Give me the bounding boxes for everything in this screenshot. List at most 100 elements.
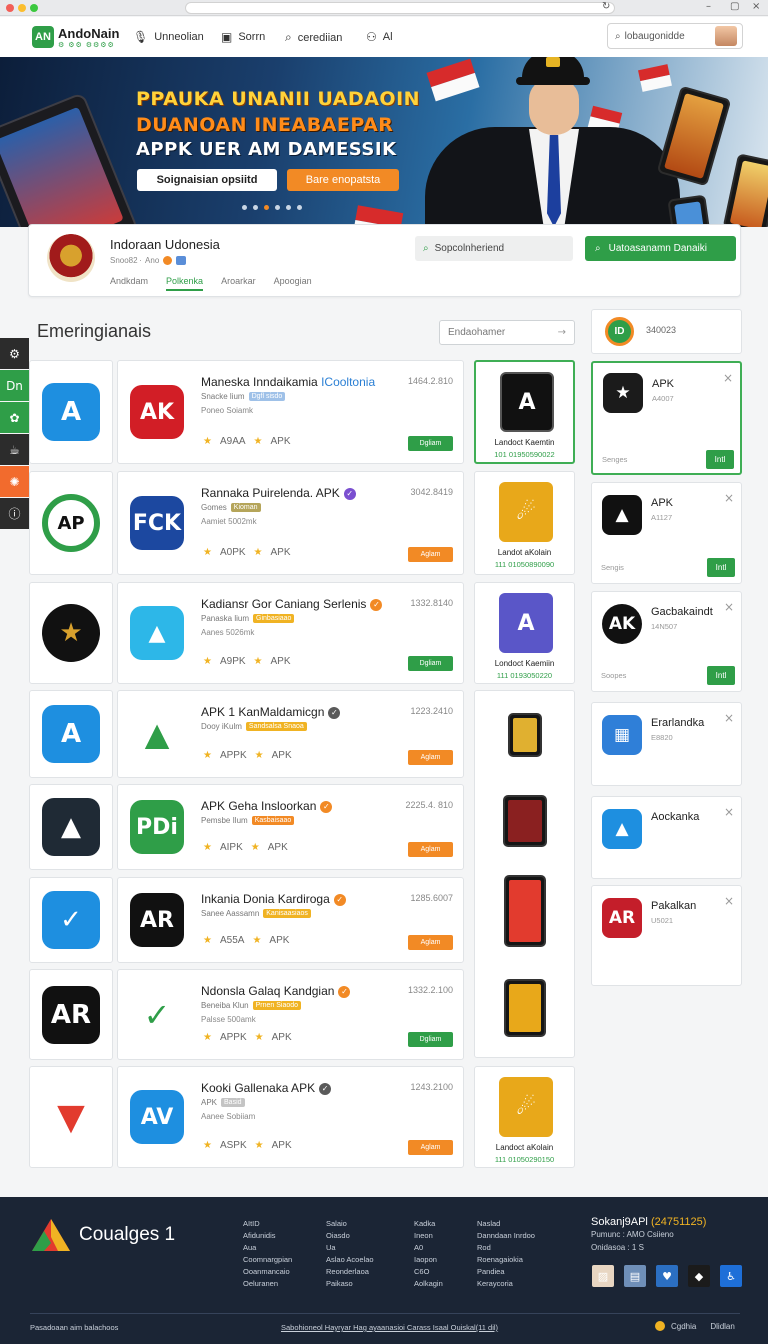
table-row[interactable]: AR ✓ Ndonsla Galaq Kandgian ✓ Beneiba Klun Pr…	[29, 969, 464, 1060]
app-card[interactable]: PDi APK Geha Insloorkan ✓ Pemsbe Ilum Kasbai…	[117, 784, 464, 870]
app-card[interactable]: ▲ Kadiansr Gor Caniang Serlenis ✓ Panaska l…	[117, 582, 464, 684]
sidebar-item[interactable]: Dn	[0, 370, 29, 401]
footer-link[interactable]: Ua	[326, 1242, 374, 1254]
footer-link[interactable]: Coomnargpian	[243, 1254, 292, 1266]
row-side-icon-cell[interactable]: ▲	[29, 784, 113, 870]
carousel-dot[interactable]	[253, 205, 258, 210]
row-side-icon-cell[interactable]: A	[29, 690, 113, 778]
table-row[interactable]: ✓ AR Inkania Donia Kardiroga ✓ Sanee Aassamn…	[29, 877, 464, 963]
app-card[interactable]: FCK Rannaka Puirelenda. APK ✓ Gomes Kioman Aa…	[117, 471, 464, 575]
footer-links[interactable]: Sabohioneol Hayryar Hag ayaanasioi Caras…	[281, 1323, 498, 1332]
app-title[interactable]: Maneska Inndaikamia ICooltonia	[201, 375, 375, 389]
close-window-icon[interactable]	[6, 4, 14, 12]
footer-link[interactable]: Afidunidis	[243, 1230, 292, 1242]
maximize-window-icon[interactable]	[30, 4, 38, 12]
table-row[interactable]: ▲ PDi APK Geha Insloorkan ✓ Pemsbe Ilum Kasba…	[29, 784, 464, 870]
logo-icon[interactable]: AN	[32, 26, 54, 48]
featured-card[interactable]: A Londoct Kaemiin 111 0193050220	[474, 582, 575, 684]
footer-link[interactable]: A0	[414, 1242, 443, 1254]
carousel-dot[interactable]	[275, 205, 280, 210]
carousel-dot[interactable]	[286, 205, 291, 210]
row-side-icon-cell[interactable]: ★	[29, 582, 113, 684]
footer-link[interactable]: Aslao Acoelao	[326, 1254, 374, 1266]
right-app-card[interactable]: AR Pakalkan U5021 ×	[591, 885, 742, 986]
row-side-icon-cell[interactable]: ✓	[29, 877, 113, 963]
carousel-dot[interactable]	[264, 205, 269, 210]
table-row[interactable]: A AK Maneska Inndaikamia ICooltonia Snacke …	[29, 360, 464, 464]
table-row[interactable]: ▼ AV Kooki Gallenaka APK ✓ APK Basid Aanee Sob…	[29, 1066, 464, 1168]
carousel-dot[interactable]	[242, 205, 247, 210]
close-icon[interactable]: ×	[724, 805, 734, 819]
carousel-dot[interactable]	[297, 205, 302, 210]
footer-link[interactable]: Iaopon	[414, 1254, 443, 1266]
footer-link[interactable]: Ooanmancaio	[243, 1266, 292, 1278]
hero-secondary-button[interactable]: Bare enopatsta	[287, 169, 399, 191]
close-icon[interactable]: ×	[752, 1, 760, 12]
footer-link[interactable]: Salaio	[326, 1218, 374, 1230]
row-side-icon-cell[interactable]: AP	[29, 471, 113, 575]
footer-link[interactable]: Aolkagin	[414, 1278, 443, 1290]
footer-brand[interactable]: Coualges 1	[79, 1224, 175, 1246]
sidebar-item[interactable]: ✺	[0, 466, 29, 497]
featured-card[interactable]: ☄ Landoct aKolain 111 01050290150	[474, 1066, 575, 1168]
download-button[interactable]: Aglam	[408, 935, 453, 950]
kite-icon[interactable]: ◆	[688, 1265, 710, 1287]
download-button[interactable]: Dgliam	[408, 1032, 453, 1047]
app-title[interactable]: APK 1 KanMaldamicgn ✓	[201, 705, 341, 719]
sidebar-item[interactable]: ☕	[0, 434, 29, 465]
footer-link[interactable]: AItID	[243, 1218, 292, 1230]
footer-bottom-link[interactable]: Dlidlan	[710, 1322, 734, 1331]
nav-link-1[interactable]: 🎙 Unneolian	[133, 30, 204, 44]
right-app-card[interactable]: AK Gacbakaindt 14N507 × Soopes Intl	[591, 591, 742, 692]
profile-tab[interactable]: Apoogian	[274, 276, 312, 291]
download-button[interactable]: Dgliam	[408, 656, 453, 671]
nav-link-4[interactable]: ⚇ Al	[366, 30, 393, 44]
carousel-dots[interactable]	[242, 205, 302, 210]
app-title[interactable]: APK Geha Insloorkan ✓	[201, 799, 333, 813]
sort-dropdown[interactable]: Endaohamer →	[439, 320, 575, 345]
profile-action-button[interactable]: ⌕ Uatoasanamn Danaiki	[585, 236, 736, 261]
right-app-card[interactable]: ▦ Erarlandka E8820 ×	[591, 702, 742, 786]
close-icon[interactable]: ×	[724, 600, 734, 614]
footer-link[interactable]: Aua	[243, 1242, 292, 1254]
download-button[interactable]: Aglam	[408, 842, 453, 857]
minimize-window-icon[interactable]	[18, 4, 26, 12]
nav-link-3[interactable]: ⌕ cerediian	[285, 30, 342, 45]
sidebar-item[interactable]: ⓘ	[0, 498, 29, 529]
table-row[interactable]: ★ ▲ Kadiansr Gor Caniang Serlenis ✓ Panaska …	[29, 582, 464, 684]
profile-tab[interactable]: Andkdam	[110, 276, 148, 291]
install-button[interactable]: Intl	[707, 666, 735, 685]
row-side-icon-cell[interactable]: AR	[29, 969, 113, 1060]
app-card[interactable]: AR Inkania Donia Kardiroga ✓ Sanee Aassamn K…	[117, 877, 464, 963]
install-button[interactable]: Intl	[706, 450, 734, 469]
hero-banner[interactable]: PPAUKA UNANII UADAOIN DUANOAN INEABAEPAR…	[0, 57, 768, 227]
sidebar-item[interactable]: ✿	[0, 402, 29, 433]
close-icon[interactable]: ×	[724, 491, 734, 505]
close-icon[interactable]: ×	[724, 711, 734, 725]
sidebar-item[interactable]: ⚙	[0, 338, 29, 369]
address-bar[interactable]	[185, 2, 615, 14]
footer-link[interactable]: C6O	[414, 1266, 443, 1278]
profile-search-input[interactable]: ⌕ Sopcolnheriend	[415, 236, 573, 261]
photo-icon[interactable]: ▨	[592, 1265, 614, 1287]
app-title[interactable]: Kadiansr Gor Caniang Serlenis ✓	[201, 597, 383, 611]
download-button[interactable]: Aglam	[408, 750, 453, 765]
close-icon[interactable]: ×	[724, 894, 734, 908]
featured-card[interactable]	[474, 690, 575, 1058]
right-app-card[interactable]: ★ APK A4007 × Senges Intl	[591, 361, 742, 475]
table-row[interactable]: AP FCK Rannaka Puirelenda. APK ✓ Gomes Kioman…	[29, 471, 464, 575]
footer-link[interactable]: Pandiea	[477, 1266, 535, 1278]
nav-link-2[interactable]: ▣ Sorrn	[221, 30, 265, 44]
restore-icon[interactable]: ▢	[730, 1, 739, 12]
footer-link[interactable]: Naslad	[477, 1218, 535, 1230]
minimize-icon[interactable]: –	[706, 1, 711, 12]
download-button[interactable]: Dgliam	[408, 436, 453, 451]
footer-link[interactable]: Rod	[477, 1242, 535, 1254]
row-side-icon-cell[interactable]: A	[29, 360, 113, 464]
app-title[interactable]: Kooki Gallenaka APK ✓	[201, 1081, 332, 1095]
app-card[interactable]: ✓ Ndonsla Galaq Kandgian ✓ Beneiba Klun Prne…	[117, 969, 464, 1060]
footer-link[interactable]: Danndaan Inrdoo	[477, 1230, 535, 1242]
heart-icon[interactable]: ♥	[656, 1265, 678, 1287]
app-title[interactable]: Inkania Donia Kardiroga ✓	[201, 892, 346, 906]
card-icon[interactable]: ▤	[624, 1265, 646, 1287]
